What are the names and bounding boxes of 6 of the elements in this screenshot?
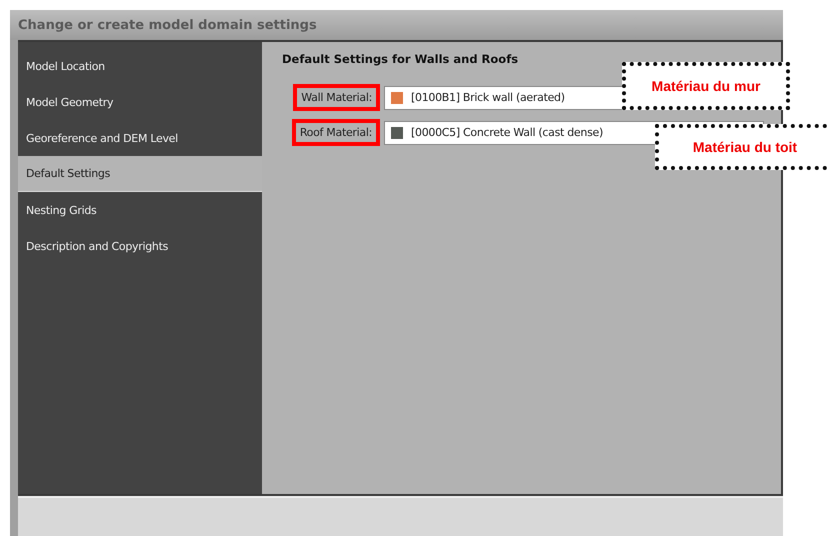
window-title: Change or create model domain settings (18, 18, 317, 32)
field-label: Wall Material: (293, 84, 380, 111)
annotation-tooltip: Matériau du toit (655, 124, 828, 170)
field-label: Roof Material: (292, 119, 380, 146)
section-title: Default Settings for Walls and Roofs (282, 52, 520, 66)
annotation-tooltip: Matériau du mur (622, 62, 790, 110)
